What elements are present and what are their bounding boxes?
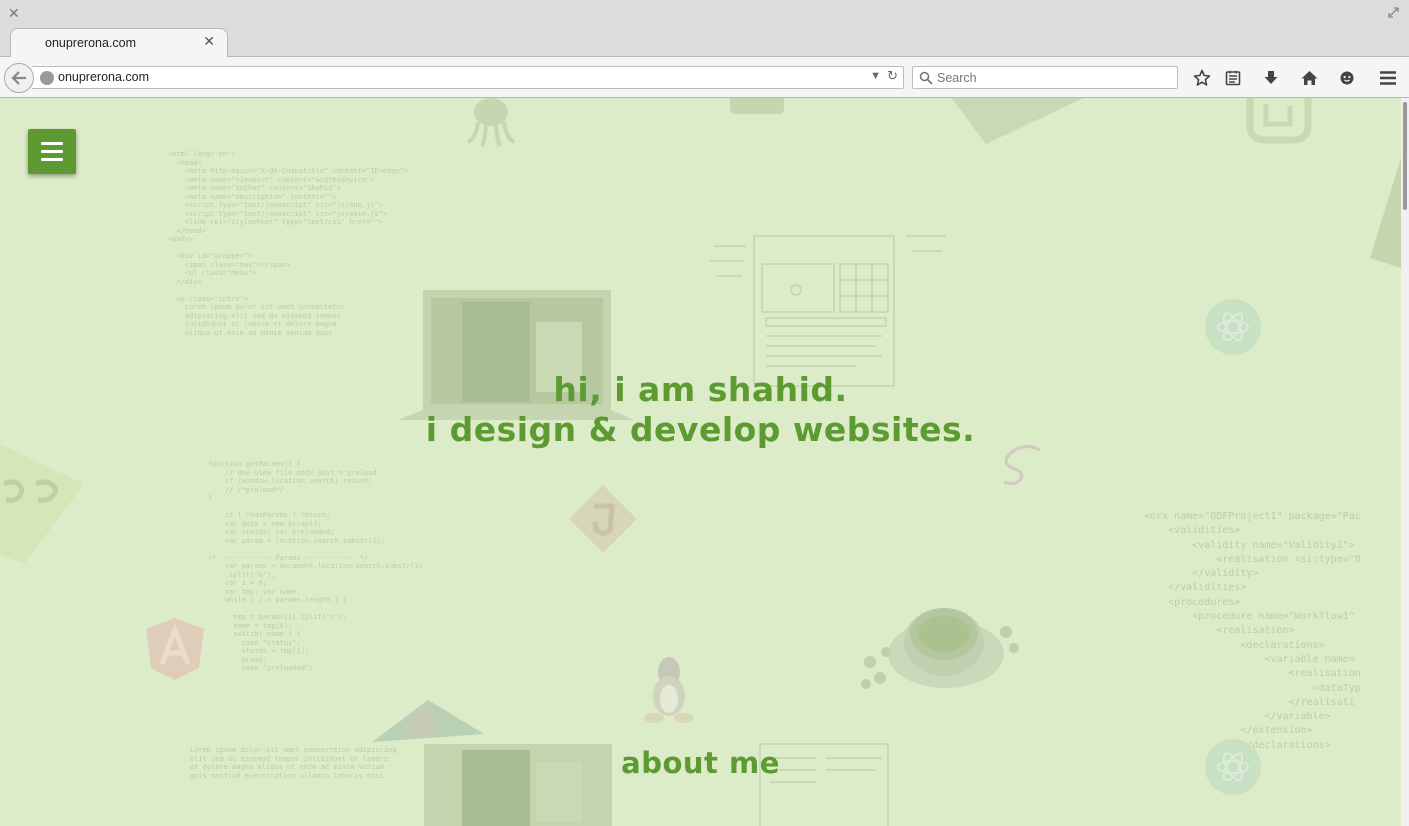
hamburger-menu-button[interactable] [28,129,76,174]
background-linux-tux-logo [644,657,694,723]
site-identity-icon[interactable] [40,71,54,85]
url-text[interactable]: onuprerona.com [58,70,149,84]
hero-greeting: hi, i am shahid. [553,370,848,409]
home-icon [1301,71,1317,85]
background-xml-code: <orx name="ODFProject1" package="Pac <va… [1144,511,1361,751]
background-github-octocat-logo [466,98,516,147]
reload-icon[interactable]: ↻ [887,69,898,84]
menu-bar-2 [41,150,63,153]
tab-close-icon[interactable]: ✕ [203,34,215,50]
background-html5-logo [569,485,637,553]
download-icon [1264,71,1278,84]
reading-list-icon [1225,70,1241,86]
search-bar[interactable] [912,66,1178,89]
page-scrollbar[interactable] [1401,98,1409,826]
page-viewport: <html lang="en"> <head> <meta http-equiv… [0,98,1401,826]
window-titlebar: ✕ [0,0,1409,30]
reading-list-button[interactable] [1222,67,1244,89]
about-me-heading: about me [621,746,780,780]
background-js-code: function getParams() { // Use view file … [208,460,423,672]
background-css3-logo [0,444,84,564]
background-angular-logo [146,618,204,680]
window-maximize-icon[interactable] [1388,7,1399,18]
background-linux-mint-logo [1246,98,1312,144]
scrollbar-thumb[interactable] [1403,102,1407,210]
url-bar[interactable]: onuprerona.com ▼ ↻ [32,66,904,89]
background-wireframe-sketch [710,235,946,387]
browser-tab[interactable]: onuprerona.com ✕ [10,28,228,57]
background-grid-shape [1370,158,1401,268]
back-arrow-icon [11,71,26,85]
downloads-button[interactable] [1260,67,1282,89]
hero-heading: hi, i am shahid. i design & develop webs… [0,370,1401,450]
search-icon [919,71,933,85]
search-input[interactable] [937,69,1173,87]
tab-title: onuprerona.com [45,36,137,50]
back-button[interactable] [4,63,34,93]
home-button[interactable] [1298,67,1320,89]
background-coffee-cup-image [861,608,1019,689]
background-logo-shape [730,98,784,114]
background-triangle-shape [951,98,1084,144]
tab-strip: onuprerona.com ✕ [0,28,1409,57]
bookmark-star-icon [1193,69,1211,86]
background-atom-logo [1205,299,1261,355]
window-close-icon[interactable]: ✕ [8,6,20,22]
bookmark-star-button[interactable] [1191,67,1213,89]
url-history-dropdown-icon[interactable]: ▼ [870,70,881,82]
chat-button[interactable] [1336,67,1358,89]
menu-bar-3 [41,158,63,161]
browser-menu-button[interactable] [1377,67,1399,89]
menu-icon [1380,71,1396,85]
chat-icon [1340,71,1354,85]
menu-bar-1 [41,142,63,145]
background-html-code: <html lang="en"> <head> <meta http-equiv… [168,150,409,337]
navigation-toolbar: onuprerona.com ▼ ↻ [0,57,1409,98]
background-pyramid-shape [372,700,484,742]
hero-tagline: i design & develop websites. [425,410,976,449]
